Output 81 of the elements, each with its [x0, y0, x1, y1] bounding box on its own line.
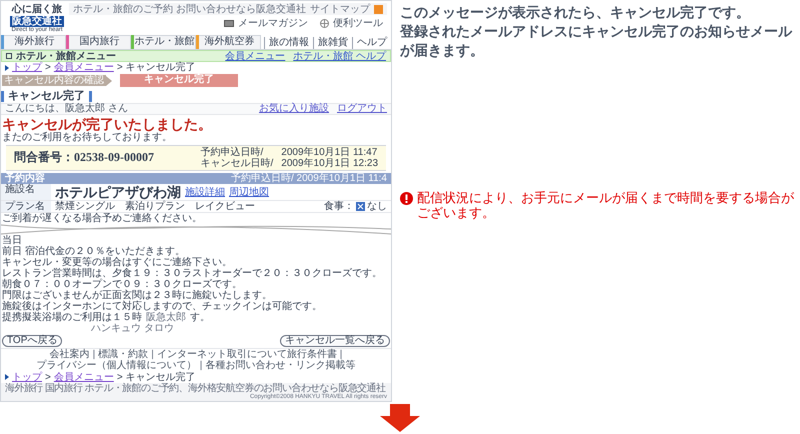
- section-title: 予約内容: [5, 172, 45, 184]
- nav-tab[interactable]: 旅の情報: [264, 37, 313, 49]
- triangle-icon: [5, 64, 9, 71]
- facility-name: ホテルピアザびわ湖: [54, 186, 182, 198]
- separator-text: >: [45, 62, 51, 74]
- section-date: 予約申込日時/ 2009年10月1日 11:4: [231, 172, 387, 184]
- meal-label: 食事：: [324, 201, 354, 212]
- notice-text: ご到着が遅くなる場合予めご連絡ください。: [1, 213, 203, 224]
- breadcrumb-link[interactable]: トップ: [12, 372, 42, 383]
- note-line: 施錠後はインターホンにて対応しますので、チェックインは可能です。: [1, 301, 323, 312]
- separator-text: >: [116, 372, 123, 383]
- step-indicator: キャンセル内容の確認: [2, 75, 106, 86]
- breadcrumb-link[interactable]: 会員メニュー: [54, 372, 114, 383]
- date-value: 2009年10月1日 11:47: [281, 146, 378, 158]
- user-link[interactable]: お気に入り施設: [259, 103, 329, 114]
- globe-icon: [320, 19, 329, 28]
- square-icon: [6, 53, 12, 59]
- nav-tab[interactable]: 海外旅行: [4, 35, 66, 49]
- sitemap-link[interactable]: サイトマップ: [310, 4, 370, 14]
- date-value: 2009年10月1日 12:23: [281, 158, 378, 169]
- breadcrumb-current: キャンセル完了: [126, 372, 196, 383]
- footer-text: 海外旅行 国内旅行 ホテル・旅館のご予約、海外格安航空券のお問い合わせなら阪急交通社: [5, 383, 387, 394]
- envelope-icon: [224, 20, 234, 27]
- greeting-text: こんにちは、阪急太郎 さん: [5, 103, 128, 114]
- field-label: 施設名: [1, 184, 51, 200]
- plan-text: 禁煙シングル 素泊りプラン レイクビュー: [54, 201, 256, 212]
- name-kana-text: ハンキュウ タロウ: [90, 323, 175, 334]
- footer-link[interactable]: インターネット取引について旅行条件書: [156, 349, 337, 360]
- note-line: キャンセル・変更等の場合はすぐにご連絡下さい。: [1, 257, 233, 268]
- meal-text: なし: [367, 201, 388, 212]
- note-line: す。: [190, 312, 210, 324]
- user-link[interactable]: ログアウト: [337, 103, 387, 114]
- tagline-text: 心に届く旅: [11, 3, 63, 16]
- note-line: 朝食０７：００オープンで０９：３０クローズです。: [1, 279, 243, 290]
- name-text: 阪急太郎: [146, 312, 186, 324]
- nav-tab[interactable]: 旅雑貨: [313, 37, 352, 49]
- footer-link[interactable]: プライバシー（個人情報について）: [36, 360, 197, 372]
- date-label: キャンセル日時/: [200, 158, 274, 169]
- step-arrow-icon: [106, 76, 112, 86]
- separator-text: |: [200, 360, 202, 372]
- explanation-text: 登録されたメールアドレスにキャンセル完了のお知らせメールが届きます。: [400, 22, 794, 60]
- separator-text: |: [92, 349, 96, 360]
- menu-link[interactable]: 会員メニュー: [225, 50, 286, 62]
- breadcrumb-link[interactable]: 会員メニュー: [54, 62, 114, 74]
- facility-link[interactable]: 周辺地図: [229, 186, 269, 198]
- breadcrumb-current: キャンセル完了: [126, 62, 196, 74]
- top-text: ホテル・旅館のご予約 お問い合わせなら阪急交通社: [73, 4, 306, 14]
- note-line: 門限はございませんが正面玄関は２３時に施錠いたします。: [1, 290, 272, 302]
- breadcrumb-link[interactable]: トップ: [12, 62, 42, 74]
- facility-link[interactable]: 施設詳細: [185, 186, 225, 198]
- note-line: 前日 宿泊代金の２０％をいただきます。: [1, 246, 185, 258]
- separator-text: >: [116, 62, 123, 74]
- separator-text: >: [45, 372, 51, 383]
- utility-link[interactable]: 便利ツール: [320, 18, 383, 29]
- explanation-text: このメッセージが表示されたら、キャンセル完了です。: [400, 3, 751, 22]
- date-label: 予約申込日時/: [200, 146, 264, 158]
- back-button[interactable]: キャンセル一覧へ戻る: [280, 335, 390, 348]
- inquiry-number: 問合番号：02538-09-00007: [14, 152, 154, 164]
- menu-link[interactable]: ホテル・旅館 ヘルプ: [293, 50, 386, 62]
- utility-link[interactable]: メールマガジン: [224, 18, 308, 29]
- nav-tab[interactable]: ホテル・旅館: [134, 35, 196, 49]
- note-line: 提携擬装浴場のご利用は１５時: [2, 312, 142, 324]
- field-label: プラン名: [1, 200, 51, 212]
- footer-link[interactable]: 会社案内: [50, 349, 90, 360]
- footer-link[interactable]: 各種お問い合わせ・リンク掲載等: [205, 360, 356, 372]
- nav-tab[interactable]: 国内旅行: [69, 35, 131, 49]
- warning-text: 配信状況により、お手元にメールが届くまで時間を要する場合がございます。: [417, 190, 795, 220]
- exclamation-icon: [400, 192, 413, 205]
- separator-text: |: [151, 349, 154, 360]
- down-arrow-icon: [380, 404, 420, 432]
- note-line: レストラン営業時間は、夕食１９：３０ラストオーダーで２０：３０クローズです。: [1, 268, 383, 280]
- step-indicator: キャンセル完了: [120, 74, 238, 88]
- message-text: キャンセルが完了いたしました。: [1, 116, 213, 132]
- menu-bar-title: ホテル・旅館メニュー: [16, 50, 116, 62]
- nav-tab[interactable]: ヘルプ: [352, 37, 391, 49]
- submessage-text: またのご利用をお待ちしております。: [1, 132, 173, 143]
- back-button[interactable]: TOPへ戻る: [2, 335, 62, 348]
- separator-text: |: [340, 349, 342, 360]
- footer-link[interactable]: 標識・約款: [98, 349, 148, 360]
- note-line: 当日: [1, 235, 23, 246]
- nav-tab[interactable]: 海外航空券: [199, 35, 261, 49]
